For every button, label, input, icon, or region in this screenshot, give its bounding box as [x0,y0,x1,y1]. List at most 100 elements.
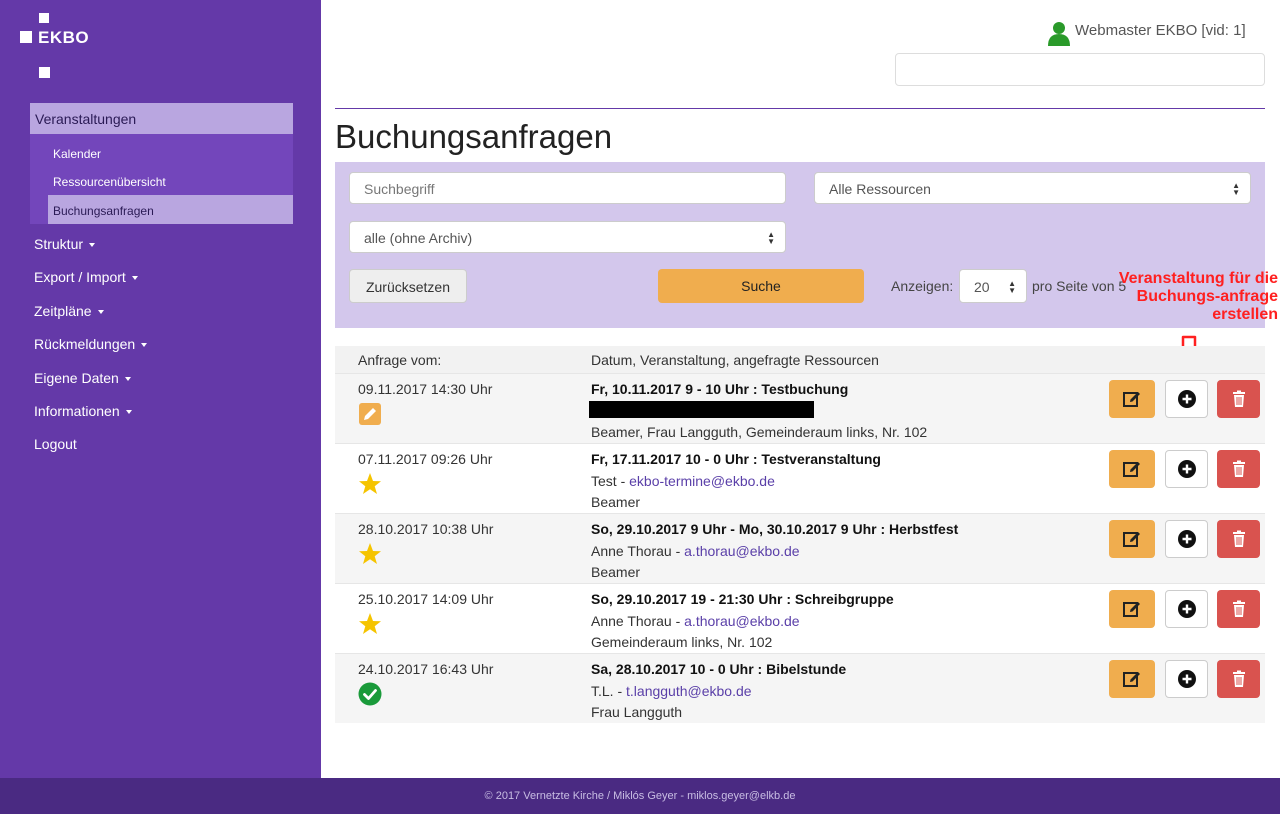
caret-down-icon [89,243,96,248]
logo-text[interactable]: EKBO [38,28,89,48]
request-date: 09.11.2017 14:30 Uhr [358,381,493,397]
pencil-icon[interactable] [358,402,382,426]
edit-button[interactable] [1109,380,1155,418]
user-icon [1048,22,1070,46]
request-date: 28.10.2017 10:38 Uhr [358,521,494,537]
contact-email-link[interactable]: t.langguth@ekbo.de [626,683,752,699]
nav-struktur[interactable]: Struktur [34,236,96,252]
logo-square-icon [39,13,49,23]
per-page-value: 20 [974,279,990,295]
event-resources: Gemeinderaum links, Nr. 102 [591,634,773,650]
table-row: 24.10.2017 16:43 Uhr Sa, 28.10.2017 10 - … [335,653,1265,723]
delete-button[interactable] [1217,590,1260,628]
contact-email-link[interactable]: ekbo-termine@ekbo.de [629,473,775,489]
delete-button[interactable] [1217,520,1260,558]
footer: © 2017 Vernetzte Kirche / Miklós Geyer -… [0,778,1280,814]
nav-rueckmeldungen[interactable]: Rückmeldungen [34,336,148,352]
table-row: 07.11.2017 09:26 Uhr Fr, 17.11.2017 10 - … [335,443,1265,513]
logo-square-icon [20,31,32,43]
nav-logout[interactable]: Logout [34,436,77,452]
request-date: 25.10.2017 14:09 Uhr [358,591,494,607]
nav-label: Eigene Daten [34,370,119,386]
delete-button[interactable] [1217,380,1260,418]
submenu-item-buchungsanfragen[interactable]: Buchungsanfragen [53,204,154,218]
logo-square-icon [39,67,50,78]
resources-select-value: Alle Ressourcen [829,181,931,197]
table-header: Anfrage vom: Datum, Veranstaltung, angef… [335,346,1265,373]
delete-button[interactable] [1217,450,1260,488]
page-title: Buchungsanfragen [335,118,613,155]
nav-zeitplaene[interactable]: Zeitpläne [34,303,104,319]
create-event-button[interactable] [1165,660,1208,698]
event-title: Fr, 10.11.2017 9 - 10 Uhr : Testbuchung [591,381,849,397]
create-event-button[interactable] [1165,520,1208,558]
select-arrows-icon: ▲ ▼ [1008,279,1016,295]
event-title: So, 29.10.2017 9 Uhr - Mo, 30.10.2017 9 … [591,521,959,537]
create-event-button[interactable] [1165,590,1208,628]
nav-export-import[interactable]: Export / Import [34,269,138,285]
event-resources: Beamer [591,564,641,580]
divider [335,108,1265,109]
redacted-block [589,401,814,418]
contact-name: T.L. - [591,683,627,699]
edit-button[interactable] [1109,590,1155,628]
edit-button[interactable] [1109,450,1155,488]
request-date: 07.11.2017 09:26 Uhr [358,451,493,467]
edit-button[interactable] [1109,520,1155,558]
nav-label: Struktur [34,236,84,252]
star-icon [358,542,382,566]
contact-name: Anne Thorau - [591,543,685,559]
event-resources: Beamer [591,494,641,510]
resources-select[interactable]: Alle Ressourcen ▲ ▼ [814,172,1251,204]
event-contact: Anne Thorau - a.thorau@ekbo.de [591,543,800,559]
select-arrows-icon: ▲ ▼ [1232,181,1240,197]
user-name[interactable]: Webmaster EKBO [vid: 1] [1075,22,1246,39]
create-event-button[interactable] [1165,450,1208,488]
star-icon [358,472,382,496]
nav-label: Export / Import [34,269,126,285]
contact-name: Anne Thorau - [591,613,685,629]
menu-veranstaltungen[interactable]: Veranstaltungen [30,103,293,134]
event-resources: Frau Langguth [591,704,683,720]
caret-down-icon [141,343,148,348]
edit-button[interactable] [1109,660,1155,698]
event-title: Fr, 17.11.2017 10 - 0 Uhr : Testveransta… [591,451,881,467]
submenu-item-kalender[interactable]: Kalender [53,147,101,161]
event-title: So, 29.10.2017 19 - 21:30 Uhr : Schreibg… [591,591,894,607]
annotation-text: Veranstaltung für die Buchungs-anfrage e… [1118,270,1278,323]
nav-informationen[interactable]: Informationen [34,403,132,419]
archive-select[interactable]: alle (ohne Archiv) ▲ ▼ [349,221,786,253]
table-row: 28.10.2017 10:38 Uhr So, 29.10.2017 9 Uhr… [335,513,1265,583]
col-header-date: Anfrage vom: [358,352,442,368]
contact-email-link[interactable]: a.thorau@ekbo.de [684,613,799,629]
per-page-select[interactable]: 20 ▲ ▼ [959,269,1027,303]
caret-down-icon [124,377,131,382]
caret-down-icon [131,276,138,281]
caret-down-icon [97,310,104,315]
select-arrows-icon: ▲ ▼ [767,230,775,246]
check-circle-icon [358,682,382,706]
event-title: Sa, 28.10.2017 10 - 0 Uhr : Bibelstunde [591,661,847,677]
sidebar: EKBO Veranstaltungen Kalender Ressourcen… [0,0,321,778]
event-contact: Test - ekbo-termine@ekbo.de [591,473,775,489]
star-icon [358,612,382,636]
submenu-item-ressourcen[interactable]: Ressourcenübersicht [53,175,166,189]
event-contact: Anne Thorau - a.thorau@ekbo.de [591,613,800,629]
delete-button[interactable] [1217,660,1260,698]
nav-label: Rückmeldungen [34,336,136,352]
nav-eigene-daten[interactable]: Eigene Daten [34,370,131,386]
requests-table: Anfrage vom: Datum, Veranstaltung, angef… [335,346,1265,723]
contact-name: Test - [591,473,630,489]
search-input[interactable]: Suchbegriff [349,172,786,204]
reset-button[interactable]: Zurücksetzen [349,269,467,303]
show-label: Anzeigen: [891,278,954,294]
contact-email-link[interactable]: a.thorau@ekbo.de [684,543,799,559]
archive-select-value: alle (ohne Archiv) [364,230,473,246]
caret-down-icon [125,410,132,415]
event-contact: T.L. - t.langguth@ekbo.de [591,683,752,699]
create-event-button[interactable] [1165,380,1208,418]
table-row: 09.11.2017 14:30 Uhr Fr, 10.11.2017 9 - 1… [335,373,1265,443]
col-header-event: Datum, Veranstaltung, angefragte Ressour… [591,352,879,368]
search-button[interactable]: Suche [658,269,864,303]
top-search-input[interactable] [895,53,1265,86]
